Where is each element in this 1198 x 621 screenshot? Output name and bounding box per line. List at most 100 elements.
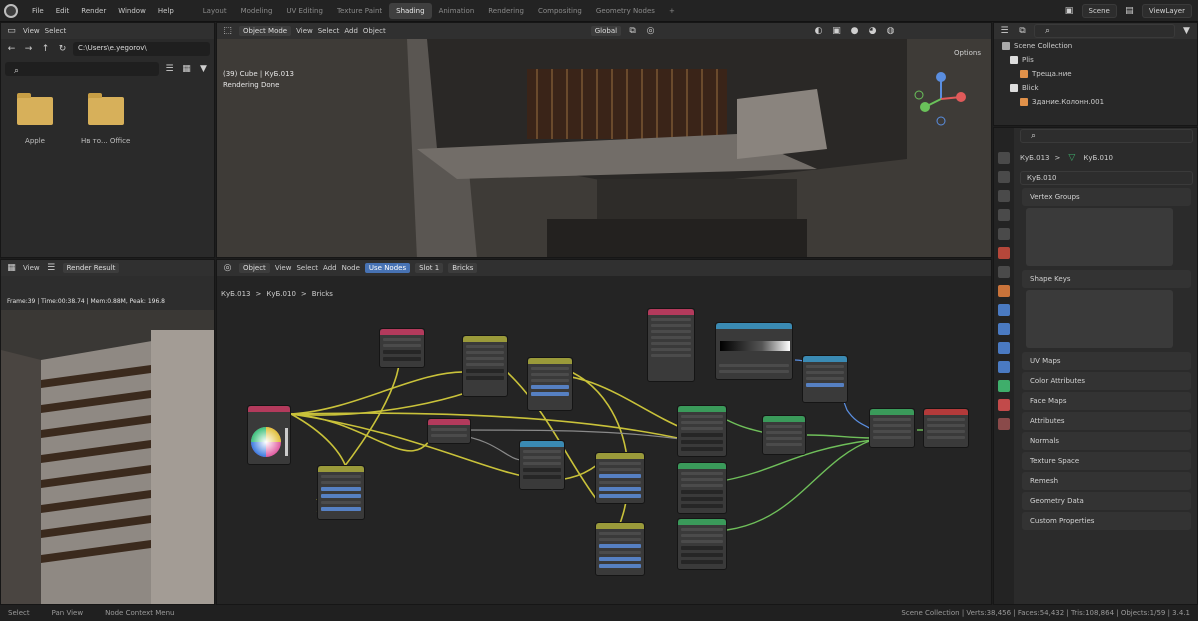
section-shape-keys[interactable]: Shape Keys	[1022, 270, 1191, 288]
section-geometry-data[interactable]: Geometry Data	[1022, 492, 1191, 510]
tab-shading[interactable]: Shading	[389, 2, 432, 19]
render-result-image[interactable]	[1, 310, 215, 605]
mix-node[interactable]	[595, 522, 645, 576]
section-attributes[interactable]: Attributes	[1022, 412, 1191, 430]
mesh-data-tab-icon[interactable]	[998, 380, 1010, 392]
material-tab-icon[interactable]	[998, 399, 1010, 411]
math-node[interactable]	[519, 440, 565, 490]
fb-menu-select[interactable]: Select	[45, 27, 67, 35]
section-normals[interactable]: Normals	[1022, 432, 1191, 450]
image-editor-icon[interactable]: ▦	[5, 262, 18, 275]
bsdf-node[interactable]	[677, 518, 727, 570]
menu-file[interactable]: File	[26, 7, 50, 15]
mix-shader-node[interactable]	[762, 415, 806, 455]
scene-field[interactable]: Scene	[1081, 4, 1117, 18]
fb-menu-view[interactable]: View	[23, 27, 40, 35]
tab-layout[interactable]: Layout	[196, 3, 234, 19]
constraints-tab-icon[interactable]	[998, 361, 1010, 373]
add-workspace-icon[interactable]: +	[662, 3, 682, 19]
shader-node[interactable]	[379, 328, 425, 368]
mix-node[interactable]	[527, 357, 573, 411]
shader-editor-panel[interactable]: ◎ Object View Select Add Node Use Nodes …	[216, 259, 992, 605]
folder-item[interactable]: Hв то... Office	[81, 93, 130, 145]
folder-editor-icon[interactable]: ▭	[5, 25, 18, 38]
tab-animation[interactable]: Animation	[432, 3, 482, 19]
menu-edit[interactable]: Edit	[50, 7, 76, 15]
xray-icon[interactable]: ▣	[830, 25, 843, 38]
editor-type-icon[interactable]: ⬚	[221, 25, 234, 38]
proportional-edit-icon[interactable]: ◎	[644, 25, 657, 38]
back-arrow-icon[interactable]: ←	[5, 43, 18, 56]
image-selector[interactable]: Render Result	[62, 263, 120, 273]
tab-rendering[interactable]: Rendering	[481, 3, 531, 19]
shading-rendered-icon[interactable]: ◍	[884, 25, 897, 38]
section-vertex-groups[interactable]: Vertex Groups	[1022, 188, 1191, 206]
overlay-icon[interactable]: ◐	[812, 25, 825, 38]
tree-row[interactable]: Здание.Колонн.001	[994, 95, 1197, 109]
tab-uv-editing[interactable]: UV Editing	[279, 3, 330, 19]
filter-icon[interactable]: ▼	[1180, 25, 1193, 38]
menu-help[interactable]: Help	[152, 7, 180, 15]
tree-row-scene-collection[interactable]: Scene Collection	[994, 39, 1197, 53]
vp-menu-view[interactable]: View	[296, 27, 313, 35]
menu-render[interactable]: Render	[75, 7, 112, 15]
snap-icon[interactable]: ⧉	[626, 25, 639, 38]
tab-geometry-nodes[interactable]: Geometry Nodes	[589, 3, 662, 19]
filter-icon[interactable]: ▼	[197, 63, 210, 76]
blender-logo-icon[interactable]	[4, 3, 18, 18]
vp-menu-select[interactable]: Select	[318, 27, 340, 35]
properties-search-input[interactable]: ⌕	[1020, 129, 1193, 143]
shading-solid-icon[interactable]: ●	[848, 25, 861, 38]
list-view-icon[interactable]: ☰	[163, 63, 176, 76]
view-layer-field[interactable]: ViewLayer	[1141, 4, 1192, 18]
color-ramp-node[interactable]	[247, 405, 291, 465]
object-tab-icon[interactable]	[998, 285, 1010, 297]
mix-node[interactable]	[317, 465, 365, 520]
texture-coordinate-node[interactable]	[647, 308, 695, 382]
modifier-tab-icon[interactable]	[998, 304, 1010, 316]
navigation-gizmo[interactable]	[911, 69, 971, 129]
mode-selector[interactable]: Object Mode	[239, 26, 292, 36]
tree-row[interactable]: Треща.ние	[994, 67, 1197, 81]
tree-row[interactable]: Plis	[994, 53, 1197, 67]
bsdf-node[interactable]	[677, 462, 727, 514]
menu-window[interactable]: Window	[112, 7, 152, 15]
section-custom-properties[interactable]: Custom Properties	[1022, 512, 1191, 530]
scene-icon[interactable]: ▣	[1063, 5, 1076, 18]
menu-icon[interactable]: ☰	[45, 262, 58, 275]
mesh-name-field[interactable]: КуБ.010	[1020, 171, 1193, 185]
path-field[interactable]: C:\Users\e.yegorov\	[73, 42, 210, 56]
section-remesh[interactable]: Remesh	[1022, 472, 1191, 490]
folder-item[interactable]: Apple	[17, 93, 53, 145]
tab-compositing[interactable]: Compositing	[531, 3, 589, 19]
section-face-maps[interactable]: Face Maps	[1022, 392, 1191, 410]
options-dropdown[interactable]: Options	[954, 49, 981, 57]
vector-node[interactable]	[802, 355, 848, 403]
shading-material-icon[interactable]: ◕	[866, 25, 879, 38]
tab-texture-paint[interactable]: Texture Paint	[330, 3, 389, 19]
img-menu-view[interactable]: View	[23, 264, 40, 272]
scene-tab-icon[interactable]	[998, 228, 1010, 240]
outliner-search-input[interactable]: ⌕	[1034, 24, 1175, 38]
search-input[interactable]: ⌕	[5, 62, 159, 76]
color-ramp-node[interactable]	[715, 322, 793, 380]
tree-row[interactable]: Blick	[994, 81, 1197, 95]
section-texture-space[interactable]: Texture Space	[1022, 452, 1191, 470]
output-tab-icon[interactable]	[998, 190, 1010, 202]
vp-menu-add[interactable]: Add	[344, 27, 358, 35]
viewport-scene[interactable]	[217, 39, 991, 257]
parent-dir-icon[interactable]: ↑	[39, 43, 52, 56]
3d-viewport-panel[interactable]: ⬚ Object Mode View Select Add Object Glo…	[216, 22, 992, 258]
value-node[interactable]	[427, 418, 471, 444]
tab-modeling[interactable]: Modeling	[234, 3, 280, 19]
texture-tab-icon[interactable]	[998, 418, 1010, 430]
refresh-icon[interactable]: ↻	[56, 43, 69, 56]
view-layer-tab-icon[interactable]	[998, 209, 1010, 221]
bsdf-node[interactable]	[677, 405, 727, 457]
section-color-attributes[interactable]: Color Attributes	[1022, 372, 1191, 390]
section-uv-maps[interactable]: UV Maps	[1022, 352, 1191, 370]
mix-node[interactable]	[462, 335, 508, 397]
render-tab-icon[interactable]	[998, 171, 1010, 183]
shape-keys-list[interactable]	[1026, 290, 1173, 348]
material-output-node[interactable]	[923, 408, 969, 448]
